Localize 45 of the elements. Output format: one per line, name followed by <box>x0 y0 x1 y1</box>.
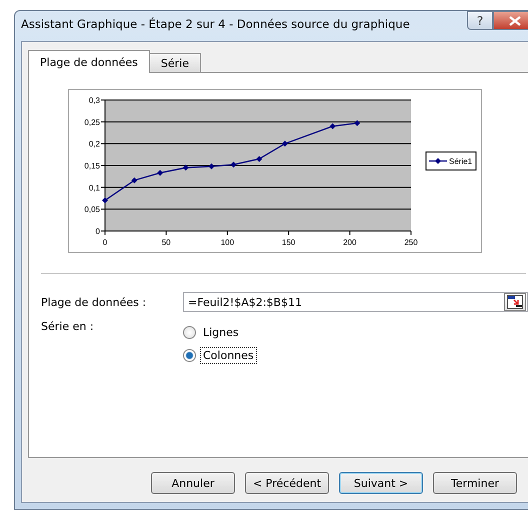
x-tick-label: 200 <box>343 238 356 247</box>
dialog-button[interactable]: < Précédent <box>245 472 329 494</box>
radio-button[interactable] <box>183 326 196 339</box>
x-tick-label: 0 <box>102 238 108 247</box>
range-label: Plage de données : <box>41 296 148 308</box>
legend-box <box>426 152 476 170</box>
window-title: Assistant Graphique - Étape 2 sur 4 - Données source du graphique <box>20 16 410 31</box>
help-button[interactable]: ? <box>467 11 493 30</box>
close-icon <box>509 16 521 26</box>
data-point <box>256 156 262 162</box>
radio-label[interactable]: Colonnes <box>200 347 257 364</box>
data-point <box>208 163 214 170</box>
y-tick-label: 0,1 <box>88 183 100 192</box>
data-point <box>182 164 189 171</box>
legend-label: Série1 <box>449 157 472 166</box>
collapse-dialog-button[interactable] <box>504 293 526 311</box>
x-tick-label: 100 <box>220 238 234 247</box>
dialog-button[interactable]: Annuler <box>151 472 235 494</box>
dialog-button[interactable]: Suivant > <box>339 472 423 494</box>
dialog-button[interactable]: Terminer <box>433 472 517 494</box>
y-tick-label: 0,3 <box>88 96 100 105</box>
legend-line-icon <box>429 158 447 164</box>
x-tick-label: 250 <box>404 238 418 247</box>
range-field[interactable]: =Feuil2!$A$2:$B$11 <box>183 292 528 312</box>
x-tick-label: 50 <box>162 238 171 247</box>
radio-button[interactable] <box>183 349 196 362</box>
series-in-label: Série en : <box>41 320 95 335</box>
x-tick-label: 150 <box>282 238 296 247</box>
data-point <box>282 140 288 147</box>
data-point <box>354 120 360 126</box>
data-point <box>330 123 336 130</box>
tab[interactable]: Plage de données <box>28 50 150 73</box>
radio-label[interactable]: Lignes <box>200 324 242 341</box>
close-button[interactable] <box>493 11 528 30</box>
y-tick-label: 0,05 <box>84 205 100 214</box>
data-point <box>102 197 108 204</box>
y-tick-label: 0,2 <box>88 140 100 149</box>
range-select-icon <box>507 295 523 309</box>
y-tick-label: 0 <box>96 227 100 236</box>
y-tick-label: 0,15 <box>84 162 100 170</box>
data-point <box>131 177 138 184</box>
y-tick-label: 0,25 <box>84 118 100 127</box>
data-point <box>157 170 164 176</box>
tab[interactable]: Série <box>148 53 201 72</box>
data-point <box>230 162 237 168</box>
